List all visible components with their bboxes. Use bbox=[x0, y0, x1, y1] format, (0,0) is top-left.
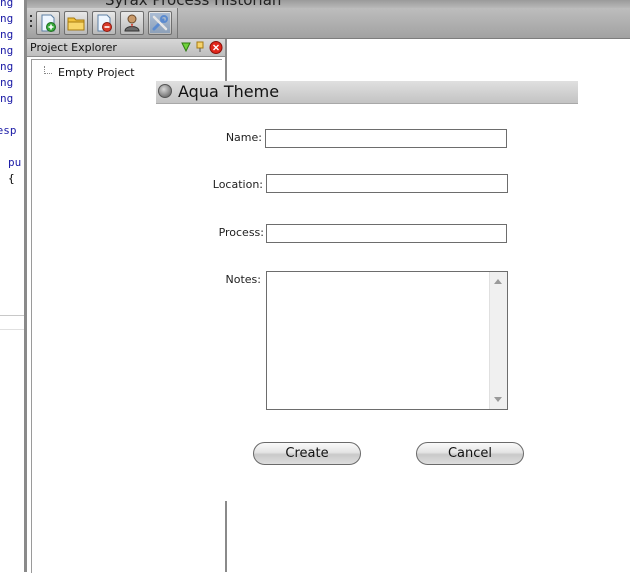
new-project-dialog: Aqua Theme Name: Location: Process: Note… bbox=[156, 81, 578, 501]
dialog-title: Aqua Theme bbox=[178, 82, 280, 101]
new-project-icon bbox=[41, 14, 56, 32]
user-settings-button[interactable] bbox=[120, 11, 144, 35]
name-field[interactable] bbox=[265, 129, 507, 148]
project-explorer-header: Project Explorer bbox=[27, 39, 225, 57]
process-label: Process: bbox=[218, 226, 264, 239]
code-line: pu bbox=[8, 156, 22, 169]
close-icon[interactable] bbox=[209, 41, 223, 55]
notes-label: Notes: bbox=[225, 273, 261, 286]
editor-divider bbox=[0, 329, 24, 330]
code-line: ng bbox=[0, 92, 14, 105]
cancel-button[interactable]: Cancel bbox=[416, 442, 524, 465]
tree-item-empty-project[interactable]: Empty Project bbox=[58, 66, 135, 79]
app-titlebar: Syrax Process Historian bbox=[27, 0, 630, 8]
location-field[interactable] bbox=[266, 174, 508, 193]
code-line: ng bbox=[0, 28, 14, 41]
code-line: ng bbox=[0, 76, 14, 89]
code-line: ng bbox=[0, 12, 14, 25]
pin-icon[interactable] bbox=[195, 41, 205, 53]
toolbar-grip-icon[interactable] bbox=[30, 15, 33, 31]
code-line: ng bbox=[0, 0, 14, 9]
remove-project-icon bbox=[97, 14, 112, 32]
tools-icon bbox=[150, 13, 170, 33]
scroll-up-icon[interactable] bbox=[494, 279, 502, 284]
window-menu-icon[interactable] bbox=[158, 84, 172, 98]
editor-divider bbox=[0, 315, 24, 316]
toolbar-button-group bbox=[27, 8, 178, 38]
name-label: Name: bbox=[225, 131, 262, 144]
open-folder-icon bbox=[67, 17, 85, 31]
code-line: { bbox=[8, 172, 15, 185]
tree-connector bbox=[44, 73, 52, 74]
code-line: ng bbox=[0, 44, 14, 57]
dialog-titlebar[interactable]: Aqua Theme bbox=[156, 81, 578, 104]
background-code-editor: ng ng ng ng ng ng ng nesp pu { bbox=[0, 0, 24, 572]
create-button[interactable]: Create bbox=[253, 442, 361, 465]
new-project-button[interactable] bbox=[36, 11, 60, 35]
user-icon bbox=[124, 14, 140, 32]
scroll-down-icon[interactable] bbox=[494, 397, 502, 402]
process-field[interactable] bbox=[266, 224, 507, 243]
code-line: nesp bbox=[0, 124, 17, 137]
notes-field[interactable] bbox=[267, 272, 489, 409]
location-label: Location: bbox=[212, 178, 263, 191]
open-project-button[interactable] bbox=[64, 11, 88, 35]
remove-project-button[interactable] bbox=[92, 11, 116, 35]
main-toolbar bbox=[27, 8, 630, 39]
app-title: Syrax Process Historian bbox=[105, 0, 281, 8]
project-explorer-title: Project Explorer bbox=[30, 41, 117, 54]
notes-scrollbar[interactable] bbox=[489, 272, 507, 409]
tools-button[interactable] bbox=[148, 11, 172, 35]
code-line: ng bbox=[0, 60, 14, 73]
filter-icon[interactable] bbox=[181, 41, 191, 53]
notes-field-container bbox=[266, 271, 508, 410]
